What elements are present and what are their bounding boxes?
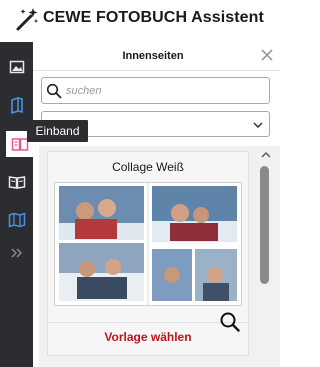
card-divider xyxy=(48,322,248,323)
sidebar-item-open-book[interactable] xyxy=(4,169,30,195)
map-icon xyxy=(8,212,26,228)
template-title: Collage Weiß xyxy=(112,160,184,174)
select-template-button[interactable]: Vorlage wählen xyxy=(48,330,248,344)
template-list: Collage Weiß Vorlage wählen xyxy=(39,146,280,367)
scrollbar-thumb[interactable] xyxy=(260,166,269,284)
title-bar: CEWE FOTOBUCH Assistent xyxy=(0,0,295,40)
search-icon xyxy=(46,83,62,99)
close-icon[interactable] xyxy=(259,47,275,63)
sidebar xyxy=(0,42,33,367)
panel-title: Innenseiten xyxy=(122,50,184,62)
template-card[interactable]: Collage Weiß Vorlage wählen xyxy=(47,151,249,356)
double-chevron-right-icon xyxy=(11,248,23,258)
open-book-icon xyxy=(8,176,26,189)
template-preview-image[interactable] xyxy=(54,182,242,306)
search-box[interactable] xyxy=(41,77,270,104)
app-title: CEWE FOTOBUCH Assistent xyxy=(43,9,264,26)
templates-panel: Innenseiten Collage Weiß xyxy=(33,42,280,367)
collage-preview xyxy=(55,183,237,305)
image-icon xyxy=(9,60,25,74)
magic-wand-icon xyxy=(16,8,38,31)
chevron-down-icon xyxy=(253,122,263,129)
search-input[interactable] xyxy=(66,81,261,100)
panel-divider xyxy=(33,70,280,71)
pages-icon xyxy=(11,96,23,114)
scroll-up-icon[interactable] xyxy=(259,150,273,160)
sidebar-expand-button[interactable] xyxy=(4,240,30,266)
sidebar-item-photos[interactable] xyxy=(4,54,30,80)
sidebar-item-pages[interactable] xyxy=(4,92,30,118)
sidebar-item-map[interactable] xyxy=(4,207,30,233)
book-cover-icon xyxy=(11,138,28,151)
tooltip-einband: Einband xyxy=(27,120,88,142)
zoom-icon[interactable] xyxy=(219,311,241,333)
